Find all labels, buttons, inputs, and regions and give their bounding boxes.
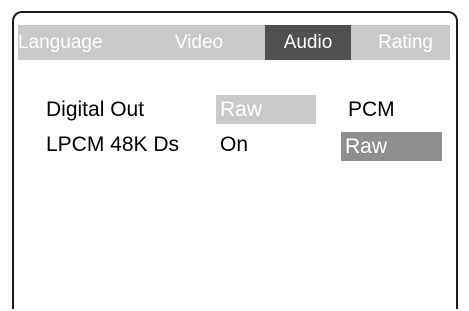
- digital-out-current-value[interactable]: Raw: [216, 95, 316, 124]
- lpcm-48k-ds-current-value[interactable]: On: [216, 130, 316, 159]
- tab-video[interactable]: Video: [158, 25, 240, 60]
- setting-label-lpcm-48k-ds: LPCM 48K Ds: [46, 133, 180, 156]
- tab-language[interactable]: Language: [18, 25, 134, 60]
- lpcm-48k-ds-option-raw[interactable]: Raw: [341, 132, 442, 161]
- setting-label-digital-out: Digital Out: [46, 98, 145, 121]
- tab-rating[interactable]: Rating: [361, 25, 450, 60]
- tab-audio[interactable]: Audio: [265, 25, 351, 60]
- digital-out-option-pcm[interactable]: PCM: [344, 95, 442, 124]
- settings-tab-bar: Language Video Audio Rating: [18, 25, 450, 60]
